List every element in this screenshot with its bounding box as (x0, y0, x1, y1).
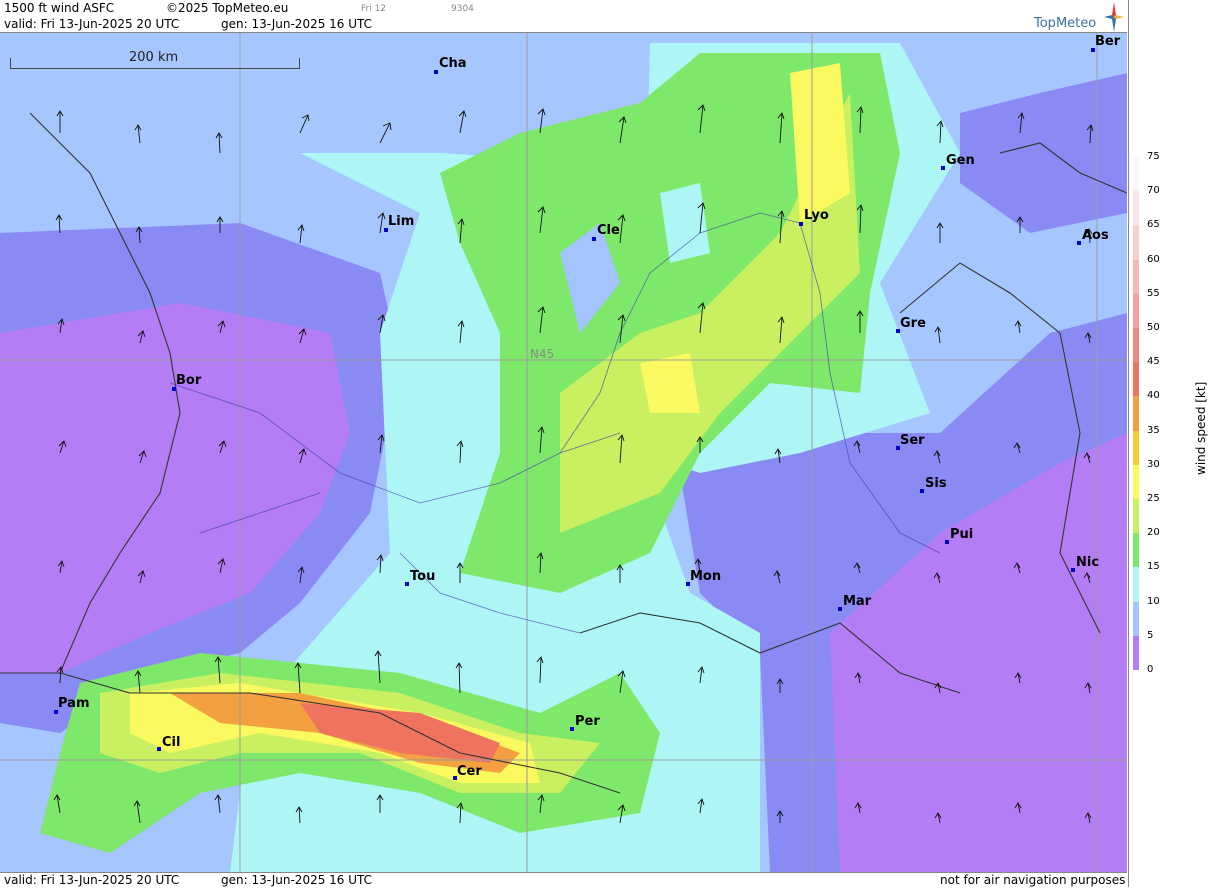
city-label-sis[interactable]: Sis (925, 476, 947, 491)
legend-swatch (1133, 567, 1139, 602)
compass-icon (1104, 2, 1124, 32)
product-title: 1500 ft wind ASFC (4, 1, 115, 15)
city-marker (592, 237, 596, 241)
generated-time: gen: 13-Jun-2025 16 UTC (221, 17, 373, 31)
city-label-nic[interactable]: Nic (1076, 555, 1099, 570)
legend-swatch (1133, 293, 1139, 328)
map-footer: valid: Fri 13-Jun-2025 20 UTC gen: 13-Ju… (0, 872, 1127, 888)
legend-swatch (1133, 601, 1139, 636)
city-label-cle[interactable]: Cle (597, 223, 620, 238)
city-label-ser[interactable]: Ser (900, 433, 925, 448)
city-label-per[interactable]: Per (575, 714, 600, 729)
legend-swatch (1133, 635, 1139, 670)
legend-tick-label: 30 (1147, 458, 1160, 470)
footer-valid-time: valid: Fri 13-Jun-2025 20 UTC (4, 873, 180, 887)
latitude-label: N45 (530, 347, 555, 361)
legend-swatch (1133, 464, 1139, 499)
legend-tick-label: 0 (1147, 664, 1154, 675)
scale-label: 200 km (127, 50, 181, 65)
city-marker (1071, 568, 1075, 572)
legend-tick-label: 25 (1147, 493, 1160, 504)
city-marker (799, 222, 803, 226)
city-label-gen[interactable]: Gen (946, 153, 975, 168)
wind-map[interactable]: 200 km N45 Cha Ber Gen Lim Cle Lyo Aos G… (0, 33, 1127, 872)
distance-scale-bar: 200 km (10, 50, 300, 69)
legend-swatch (1133, 396, 1139, 431)
legend-tick-label: 20 (1147, 527, 1160, 539)
city-marker (157, 747, 161, 751)
legend-swatch (1133, 191, 1139, 226)
legend-swatch (1133, 499, 1139, 534)
city-marker (434, 70, 438, 74)
city-label-bor[interactable]: Bor (176, 373, 201, 388)
footer-disclaimer: not for air navigation purposes (940, 873, 1126, 887)
legend-tick-label: 15 (1147, 561, 1160, 573)
city-marker (570, 727, 574, 731)
legend-tick-label: 45 (1147, 356, 1160, 368)
legend-tick-label: 10 (1147, 595, 1160, 607)
legend-tick-label: 5 (1147, 629, 1154, 641)
legend-tick-label: 65 (1147, 219, 1160, 231)
valid-time: valid: Fri 13-Jun-2025 20 UTC (4, 17, 180, 31)
legend-tick-label: 70 (1147, 185, 1160, 197)
topmeteo-logo[interactable]: TopMeteo (1034, 2, 1126, 32)
city-label-cil[interactable]: Cil (162, 735, 180, 750)
footer-generated-time: gen: 13-Jun-2025 16 UTC (221, 873, 373, 887)
legend-swatch (1133, 157, 1139, 192)
legend-tick-label: 60 (1147, 253, 1160, 265)
legend-unit-label: wind speed [kt] (1194, 381, 1208, 475)
city-label-mon[interactable]: Mon (690, 569, 721, 584)
day-label: Fri 12 (361, 4, 387, 14)
city-label-gre[interactable]: Gre (900, 316, 926, 331)
copyright: ©2025 TopMeteo.eu (166, 1, 289, 15)
legend-swatch (1133, 533, 1139, 568)
legend-swatch (1133, 259, 1139, 294)
legend-tick-label: 75 (1147, 151, 1160, 162)
city-marker (945, 540, 949, 544)
legend-swatch (1133, 362, 1139, 397)
city-label-cer[interactable]: Cer (457, 764, 482, 779)
city-label-lim[interactable]: Lim (388, 214, 414, 229)
city-marker (838, 607, 842, 611)
city-label-tou[interactable]: Tou (410, 569, 435, 584)
legend-swatch (1133, 225, 1139, 260)
city-marker (920, 489, 924, 493)
city-label-aos[interactable]: Aos (1082, 228, 1109, 243)
city-label-cha[interactable]: Cha (439, 56, 467, 71)
city-label-lyo[interactable]: Lyo (804, 208, 829, 223)
city-label-mar[interactable]: Mar (843, 594, 871, 609)
city-label-ber[interactable]: Ber (1095, 34, 1120, 49)
map-header: 1500 ft wind ASFC ©2025 TopMeteo.eu Fri … (0, 0, 1127, 33)
city-label-pui[interactable]: Pui (950, 527, 973, 542)
legend-tick-label: 40 (1147, 390, 1160, 402)
city-label-pam[interactable]: Pam (58, 696, 90, 711)
legend-tick-label: 50 (1147, 322, 1160, 333)
legend-tick-label: 55 (1147, 287, 1160, 299)
legend-tick-label: 35 (1147, 424, 1160, 436)
logo-text: TopMeteo (1034, 16, 1097, 31)
legend-swatch (1133, 328, 1139, 363)
city-marker (1077, 241, 1081, 245)
legend-swatch (1133, 430, 1139, 465)
city-marker (405, 582, 409, 586)
city-marker (941, 166, 945, 170)
run-code: 9304 (451, 4, 474, 14)
